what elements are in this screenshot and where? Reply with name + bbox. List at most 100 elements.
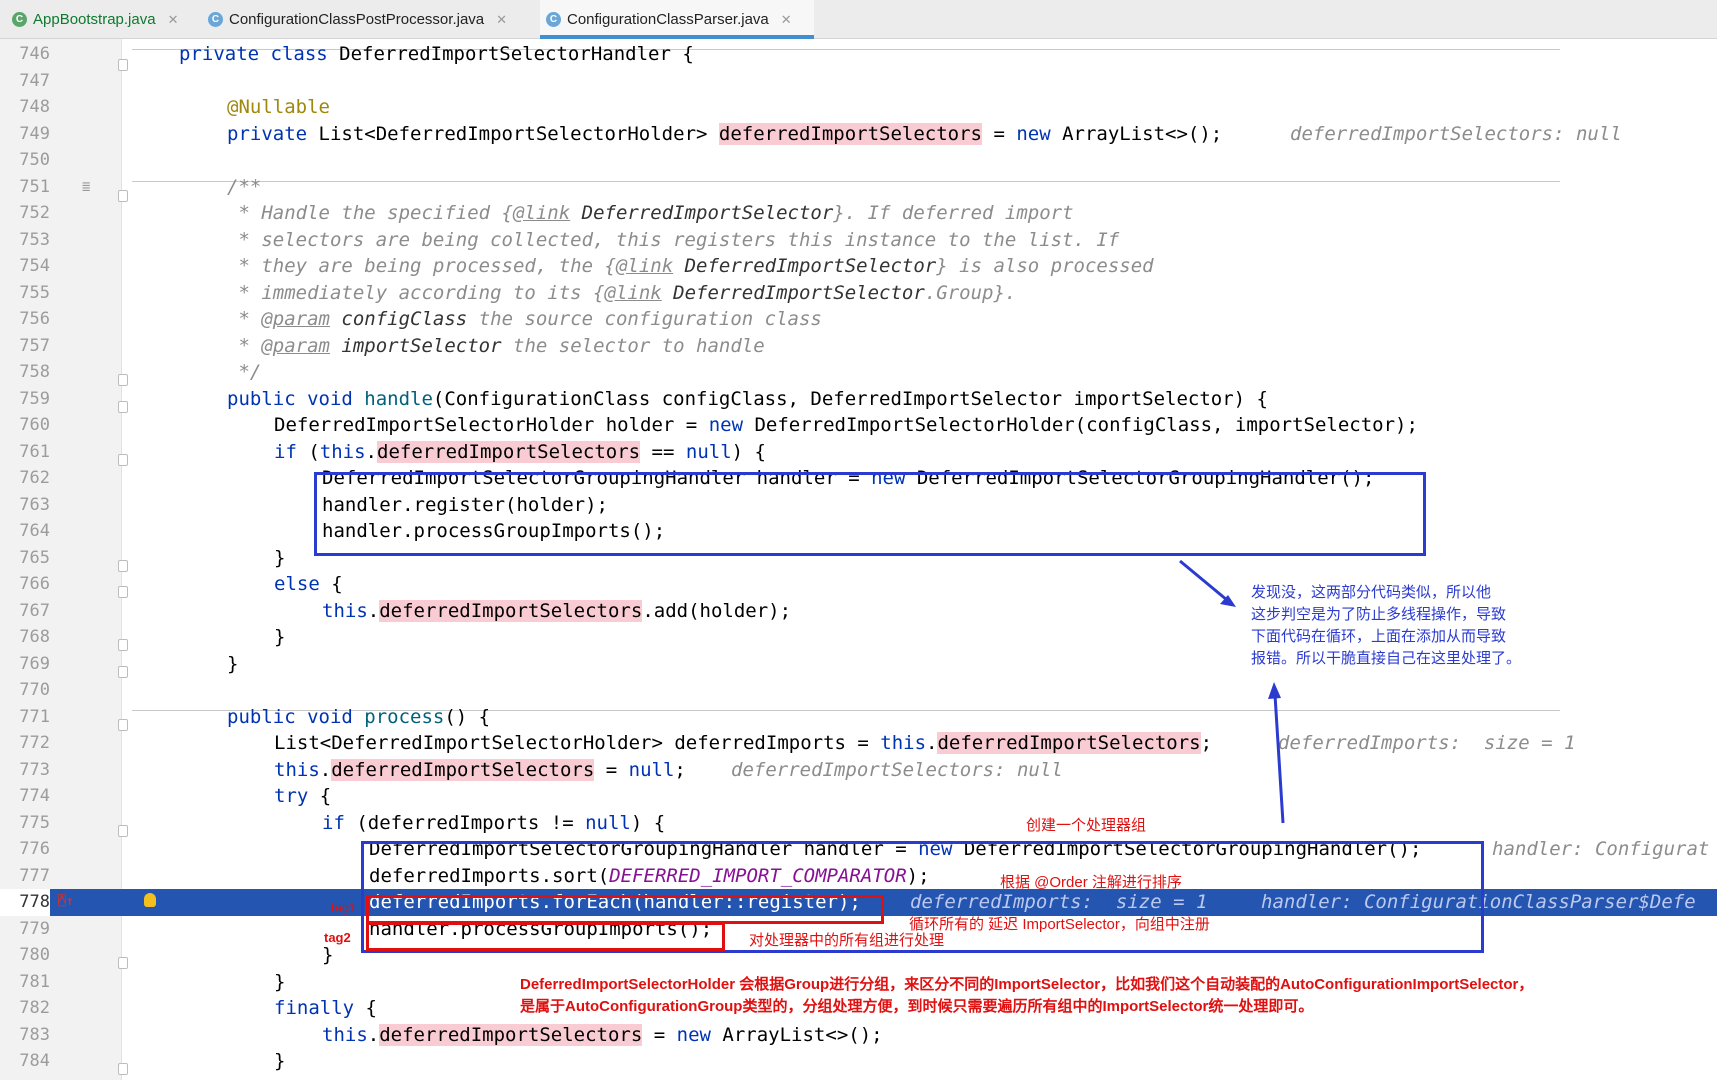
code-line: 755 * immediately according to its {@lin… <box>0 280 1717 307</box>
code-line: 753 * selectors are being collected, thi… <box>0 227 1717 254</box>
fold-marker-icon[interactable] <box>118 957 128 969</box>
java-class-icon: C <box>12 12 27 27</box>
line-number: 760 <box>19 415 50 435</box>
fold-marker-icon[interactable] <box>118 825 128 837</box>
fold-marker-icon[interactable] <box>118 374 128 386</box>
tab-label: ConfigurationClassParser.java <box>567 11 769 28</box>
code-line: 760 DeferredImportSelectorHolder holder … <box>0 412 1717 439</box>
bulb-icon[interactable] <box>144 893 156 907</box>
fold-marker-icon[interactable] <box>118 719 128 731</box>
line-number: 762 <box>19 468 50 488</box>
code-line: 757 * @param importSelector the selector… <box>0 333 1717 360</box>
annotation-note-blue: 发现没，这两部分代码类似，所以他 这步判空是为了防止多线程操作，导致 下面代码在… <box>1251 584 1522 667</box>
line-number: 775 <box>19 812 50 833</box>
tab-configuration-class-parser[interactable]: C ConfigurationClassParser.java ✕ <box>540 0 814 39</box>
line-content: /** <box>227 175 262 198</box>
code-line: 747 <box>0 68 1717 95</box>
close-icon[interactable]: ✕ <box>168 12 179 28</box>
fold-marker-icon[interactable] <box>118 560 128 572</box>
doc-render-icon[interactable]: ≣ <box>82 180 90 194</box>
annotation-box-red-tag1 <box>366 895 884 924</box>
line-content: } <box>274 546 286 569</box>
line-content: if (deferredImports != null) { <box>322 811 666 834</box>
inline-debug-hint: deferredImports: size = 1 <box>1278 732 1576 754</box>
fold-marker-icon[interactable] <box>118 59 128 71</box>
line-content: DeferredImportSelectorHolder holder = ne… <box>274 414 1418 436</box>
code-line: 751 ≣ /** <box>0 174 1717 201</box>
fold-marker-icon[interactable] <box>118 454 128 466</box>
fold-marker-icon[interactable] <box>118 666 128 678</box>
line-content: else { <box>274 573 343 595</box>
editor-tab-bar: C AppBootstrap.java ✕ C ConfigurationCla… <box>0 0 1717 39</box>
line-number: 778 <box>0 889 50 916</box>
line-number: 771 <box>19 706 50 727</box>
fold-marker-icon[interactable] <box>118 1063 128 1075</box>
inline-debug-hint: handler: Configurat <box>1492 838 1710 860</box>
code-line: 746 private class DeferredImportSelector… <box>0 41 1717 68</box>
fold-marker-icon[interactable] <box>118 401 128 413</box>
line-number: 783 <box>19 1024 50 1045</box>
line-content: } <box>227 652 239 675</box>
code-line: 759 public void handle(ConfigurationClas… <box>0 386 1717 413</box>
code-line: 754 * they are being processed, the {@li… <box>0 253 1717 280</box>
line-number: 770 <box>19 680 50 700</box>
line-number: 756 <box>19 309 50 329</box>
line-number: 774 <box>19 786 50 806</box>
annotation-tag2: tag2 <box>324 930 351 945</box>
code-line: 749 private List<DeferredImportSelectorH… <box>0 121 1717 148</box>
annotation-sort: 根据 @Order 注解进行排序 <box>1000 874 1182 891</box>
code-line: 761 if (this.deferredImportSelectors == … <box>0 439 1717 466</box>
tab-configuration-class-post-processor[interactable]: C ConfigurationClassPostProcessor.java ✕ <box>208 0 528 39</box>
close-icon[interactable]: ✕ <box>781 12 792 28</box>
tab-label: ConfigurationClassPostProcessor.java <box>229 11 485 28</box>
annotation-tag1: tag1 <box>331 900 357 915</box>
line-content: } <box>274 626 286 648</box>
code-line: 772 List<DeferredImportSelectorHolder> d… <box>0 730 1717 757</box>
line-content: * Handle the specified {@link DeferredIm… <box>227 202 1074 224</box>
line-content: * immediately according to its {@link De… <box>227 281 1017 304</box>
nullable-annotation: @Nullable <box>227 96 330 118</box>
line-content: private List<DeferredImportSelectorHolde… <box>227 122 1223 145</box>
line-number: 746 <box>19 44 50 64</box>
tab-app-bootstrap[interactable]: C AppBootstrap.java ✕ <box>12 0 192 39</box>
line-content: try { <box>274 785 332 807</box>
code-line: 775 if (deferredImports != null) { <box>0 810 1717 837</box>
line-number: 759 <box>19 388 50 409</box>
active-tab-indicator <box>540 35 814 39</box>
code-line: 756 * @param configClass the source conf… <box>0 306 1717 333</box>
line-number: 782 <box>19 998 50 1018</box>
annotation-box-blue-top <box>314 472 1426 556</box>
line-number: 748 <box>19 97 50 117</box>
line-content: * @param configClass the source configur… <box>227 308 822 330</box>
line-number: 776 <box>19 839 50 859</box>
fold-marker-icon[interactable] <box>118 586 128 598</box>
fold-marker-icon[interactable] <box>118 639 128 651</box>
line-content: this.deferredImportSelectors = new Array… <box>322 1023 883 1046</box>
line-number: 750 <box>19 150 50 170</box>
java-class-icon: C <box>208 12 223 27</box>
code-line: 771 public void process() { <box>0 704 1717 731</box>
line-content: List<DeferredImportSelectorHolder> defer… <box>274 732 1213 754</box>
fold-marker-icon[interactable] <box>118 190 128 202</box>
override-marker-icon[interactable]: ⍓↑ <box>58 889 74 916</box>
inline-debug-hint: deferredImportSelectors: null <box>1290 122 1622 145</box>
close-icon[interactable]: ✕ <box>496 12 507 28</box>
line-content: } <box>274 1050 286 1072</box>
line-content: * @param importSelector the selector to … <box>227 334 765 357</box>
line-number: 773 <box>19 759 50 780</box>
line-number: 761 <box>19 441 50 462</box>
line-content: * selectors are being collected, this re… <box>227 228 1120 251</box>
line-number: 764 <box>19 521 50 541</box>
line-number: 777 <box>19 865 50 886</box>
line-number: 779 <box>19 918 50 939</box>
code-line: 770 <box>0 677 1717 704</box>
line-number: 752 <box>19 203 50 223</box>
code-line: 750 <box>0 147 1717 174</box>
java-class-icon: C <box>546 12 561 27</box>
line-number: 754 <box>19 256 50 276</box>
line-number: 781 <box>19 971 50 992</box>
line-number: 769 <box>19 653 50 674</box>
code-line: 752 * Handle the specified {@link Deferr… <box>0 200 1717 227</box>
line-number: 758 <box>19 362 50 382</box>
line-content: public void process() { <box>227 705 491 728</box>
